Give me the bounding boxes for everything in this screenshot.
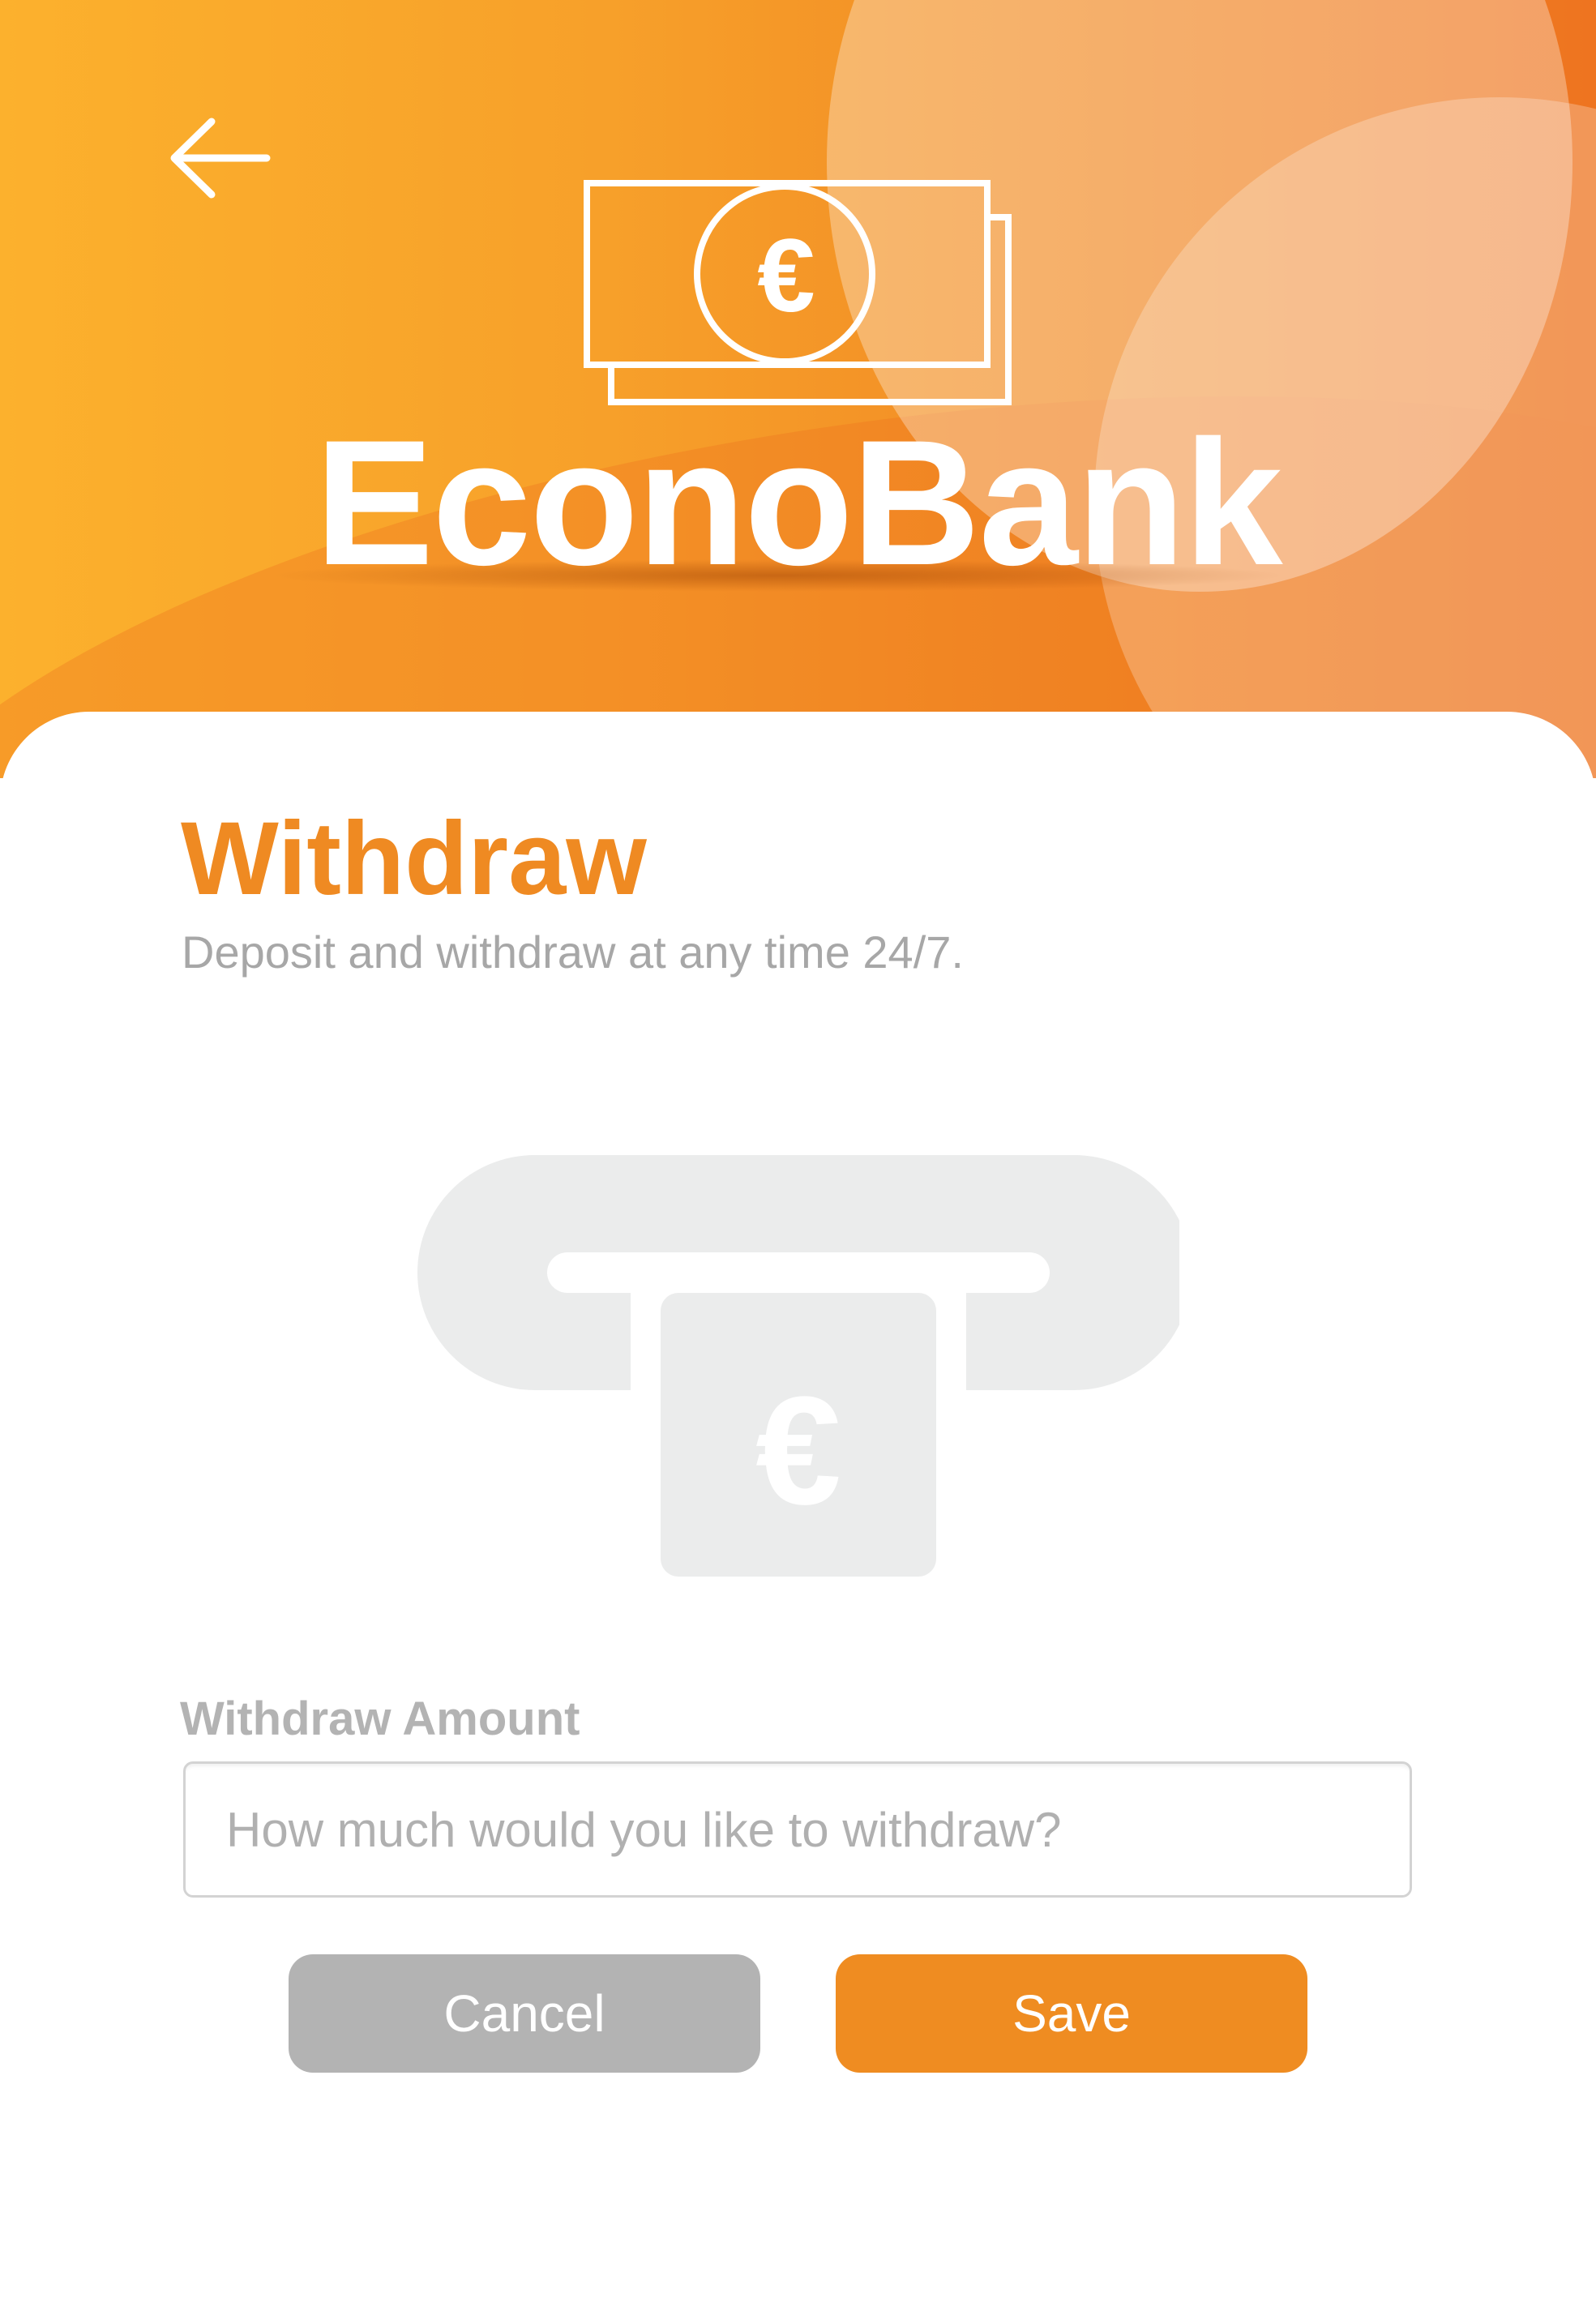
back-button[interactable] xyxy=(166,113,272,203)
save-button[interactable]: Save xyxy=(836,1954,1307,2073)
atm-withdraw-icon: € xyxy=(417,1155,1179,1585)
cancel-button[interactable]: Cancel xyxy=(289,1954,760,2073)
euro-banknote-icon: € xyxy=(584,178,1013,405)
withdraw-amount-input[interactable] xyxy=(183,1761,1412,1898)
header-banner: € EconoBank xyxy=(0,0,1596,778)
brand-name: EconoBank xyxy=(314,403,1282,602)
euro-symbol: € xyxy=(755,1365,841,1537)
euro-symbol: € xyxy=(757,218,815,334)
withdraw-amount-label: Withdraw Amount xyxy=(180,1692,580,1745)
arrow-left-icon[interactable] xyxy=(166,113,272,203)
page-title: Withdraw xyxy=(181,801,647,917)
page-subtitle: Deposit and withdraw at any time 24/7. xyxy=(182,926,964,978)
